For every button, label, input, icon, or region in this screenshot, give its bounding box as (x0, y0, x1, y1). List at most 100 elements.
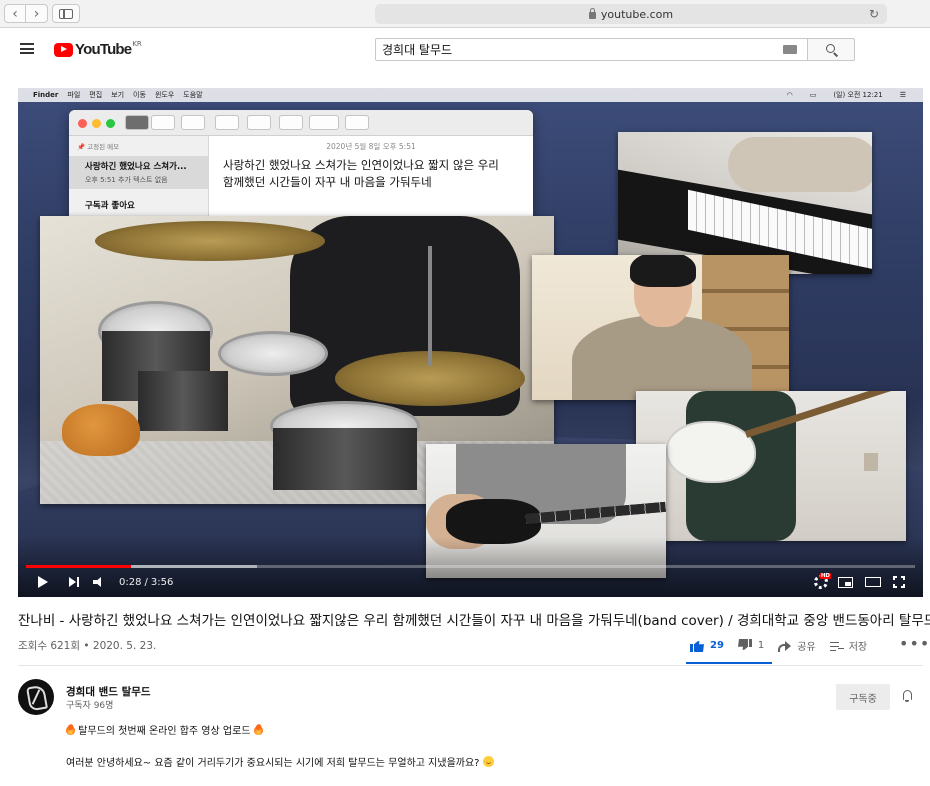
cymbal-stand (428, 246, 432, 366)
close-window-icon (78, 119, 87, 128)
keyboard-player-camera (618, 132, 872, 274)
history-nav: ‹ › (4, 4, 48, 23)
address-bar[interactable]: youtube.com ↻ (375, 4, 887, 24)
list-view-icon (125, 115, 149, 130)
fullscreen-corner (893, 584, 897, 588)
fullscreen-corner (901, 576, 905, 580)
note-list-item: 구독과 좋아요 (69, 195, 208, 215)
wifi-icon: ◠ (786, 91, 793, 99)
next-icon (68, 576, 80, 588)
subscribed-button[interactable]: 구독중 (836, 684, 890, 710)
lock-note-icon (309, 115, 339, 130)
fullscreen-corner (893, 576, 897, 580)
fire-icon (253, 724, 263, 735)
forward-button[interactable]: › (26, 4, 48, 23)
reload-icon[interactable]: ↻ (869, 7, 879, 21)
note-item-title: 구독과 좋아요 (85, 201, 135, 211)
gallery-view-icon (151, 115, 175, 130)
mac-menubar: Finder 파일 편집 보기 이동 윈도우 도움말 ◠ ▭ (일) 오전 12… (18, 88, 923, 102)
subscriber-count: 구독자 96명 (66, 701, 114, 711)
lyrics-line: 사랑하긴 했었나요 스쳐가는 인연이었나요 짧지 않은 우리 (223, 158, 499, 172)
more-actions-icon[interactable]: ••• (899, 634, 930, 653)
snare-body (273, 428, 417, 490)
floor-tom (218, 331, 328, 376)
menubar-item: 보기 (111, 91, 125, 99)
share-icon (778, 640, 792, 652)
keyboard-icon[interactable] (783, 45, 797, 54)
fire-icon (66, 724, 75, 735)
vocalist-body (572, 315, 752, 400)
lock-icon (588, 7, 596, 19)
search-button[interactable] (807, 38, 855, 61)
sidebar-icon (59, 8, 73, 19)
bassist-camera (636, 391, 906, 541)
time-separator: / (144, 576, 148, 588)
fullscreen-button[interactable] (893, 575, 905, 589)
menubar-clock: (일) 오전 12:21 (833, 91, 883, 99)
bass-guitar (666, 421, 756, 483)
save-label: 저장 (848, 642, 868, 653)
total-time: 3:56 (150, 576, 174, 588)
lyrics-line: 함께했던 시간들이 자꾸 내 마음을 가둬두네 (223, 175, 432, 189)
sidebar-view-icon (181, 115, 205, 130)
hd-badge: HD (819, 573, 831, 579)
theater-mode-icon (865, 577, 881, 587)
note-item-subtitle: 오후 5:51 추가 텍스트 없음 (85, 176, 168, 184)
trash-icon (247, 115, 271, 130)
playlist-line (829, 641, 839, 643)
video-description: 탈무드의 첫번째 온라인 합주 영상 업로드 여러분 안녕하세요~ 요즘 같이 … (66, 724, 494, 770)
notification-bell-icon[interactable] (902, 690, 913, 703)
browser-toolbar: ‹ › youtube.com ↻ (0, 0, 930, 28)
current-time: 0:28 (119, 576, 142, 588)
share-note-icon (345, 115, 369, 130)
note-lyrics: 사랑하긴 했었나요 스쳐가는 인연이었나요 짧지 않은 우리 함께했던 시간들이… (209, 152, 533, 196)
next-button[interactable] (68, 575, 80, 589)
playlist-plus (837, 647, 844, 649)
miniplayer-icon (838, 576, 853, 588)
youtube-logo-text: YouTube (75, 41, 132, 58)
compose-icon (279, 115, 303, 130)
youtube-play-logo-icon (54, 42, 73, 57)
menubar-item: 편집 (89, 91, 103, 99)
video-title: 잔나비 - 사랑하긴 했었나요 스쳐가는 인연이었나요 짧지않은 우리 함께했던… (18, 613, 930, 629)
wall-switch (864, 453, 878, 471)
fullscreen-icon (893, 576, 905, 588)
note-date: 2020년 5월 8일 오후 5:51 (326, 142, 416, 151)
share-button[interactable]: 공유 (778, 638, 816, 653)
save-button[interactable]: 저장 (829, 638, 868, 653)
cat-figure (62, 404, 140, 456)
like-sentiment-bar (686, 662, 772, 664)
hamburger-menu-icon[interactable] (20, 43, 34, 54)
search-input[interactable] (376, 39, 807, 60)
smiling-face-icon (482, 756, 494, 767)
mute-button[interactable] (93, 575, 107, 589)
channel-name[interactable]: 경희대 밴드 탈무드 (66, 684, 151, 699)
playlist-add-icon (829, 641, 844, 651)
battery-icon: ▭ (809, 91, 817, 99)
progress-bar[interactable] (26, 565, 915, 568)
thumb-up-icon (690, 639, 704, 652)
like-count: 29 (710, 640, 724, 651)
notes-app-window: 📌 고정된 메모 사랑하긴 했었나요 스쳐가... 오후 5:51 추가 텍스트… (69, 110, 533, 230)
video-player[interactable]: Finder 파일 편집 보기 이동 윈도우 도움말 ◠ ▭ (일) 오전 12… (18, 88, 923, 597)
back-button[interactable]: ‹ (4, 4, 26, 23)
theater-mode-button[interactable] (865, 575, 881, 589)
menubar-item: 도움말 (183, 91, 203, 99)
list-icon: ☰ (899, 91, 906, 99)
play-icon (38, 576, 48, 588)
play-button[interactable] (38, 575, 48, 589)
crash-cymbal (95, 221, 325, 261)
settings-button[interactable]: HD (814, 573, 831, 589)
vocalist-camera (532, 255, 789, 400)
youtube-logo[interactable]: YouTube KR (54, 40, 142, 58)
like-button[interactable]: 29 (690, 639, 724, 652)
fullscreen-corner (901, 584, 905, 588)
miniplayer-button[interactable] (838, 575, 853, 589)
dislike-button[interactable]: 1 (738, 639, 764, 652)
channel-avatar[interactable] (18, 679, 54, 715)
menubar-status: ◠ ▭ (일) 오전 12:21 ☰ (779, 88, 915, 102)
progress-played (26, 565, 131, 568)
sidebar-toggle-button[interactable] (52, 4, 80, 23)
time-display: 0:28 / 3:56 (119, 575, 173, 589)
menubar-item: 파일 (67, 91, 81, 99)
